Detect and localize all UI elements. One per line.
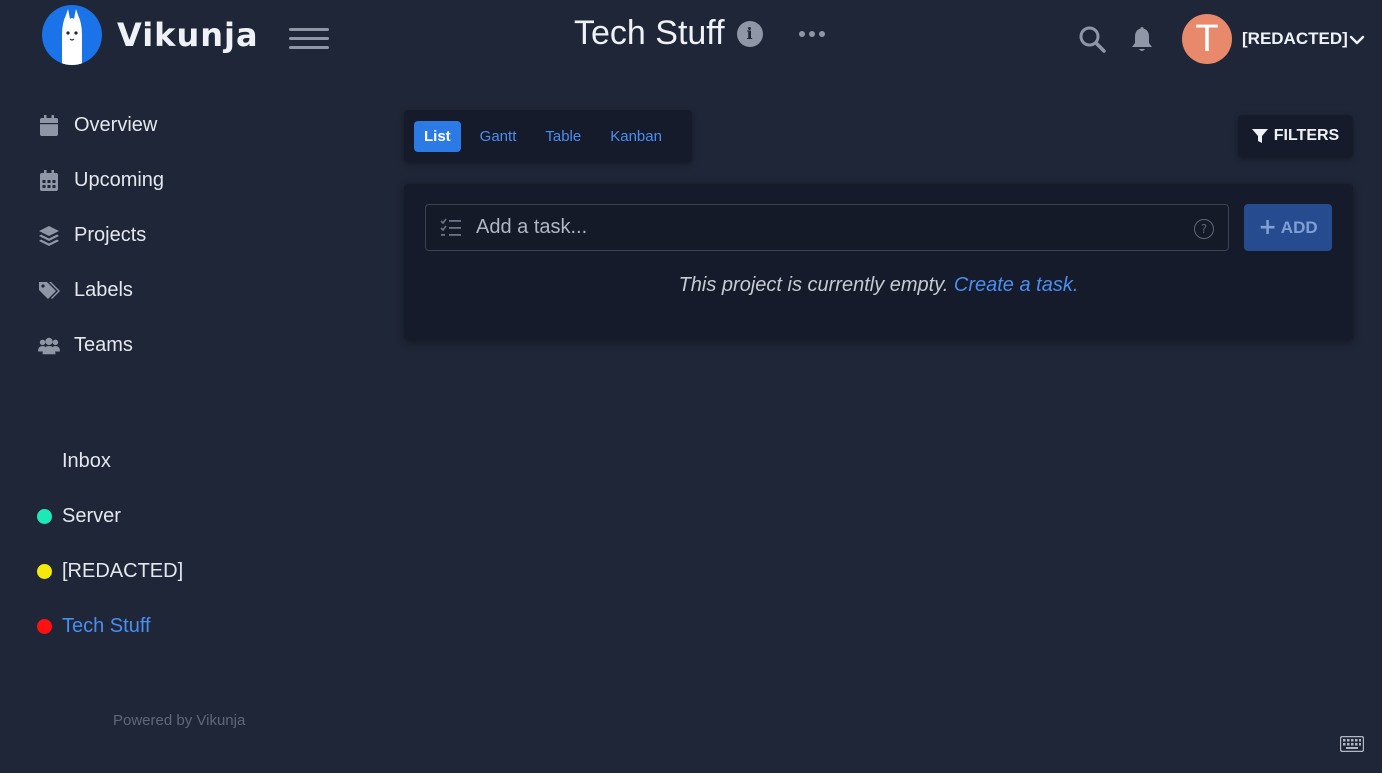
sidebar-project-label: Server (62, 505, 121, 527)
logo[interactable]: Vikunja (42, 5, 259, 65)
sidebar-project-label: Tech Stuff (62, 615, 151, 637)
view-switcher: List Gantt Table Kanban (404, 110, 692, 162)
tab-kanban[interactable]: Kanban (600, 121, 672, 152)
user-name[interactable]: [REDACTED] (1242, 29, 1348, 49)
users-icon (38, 335, 60, 357)
empty-message: This project is currently empty. (678, 274, 949, 296)
llama-logo-icon (42, 5, 102, 65)
tab-gantt[interactable]: Gantt (470, 121, 527, 152)
tab-table[interactable]: Table (535, 121, 591, 152)
sidebar-item-teams[interactable]: Teams (38, 334, 133, 357)
tags-icon (38, 280, 60, 302)
sidebar-project-label: Inbox (62, 450, 111, 472)
create-task-link[interactable]: Create a task. (954, 274, 1079, 296)
project-color-dot (37, 454, 52, 469)
chevron-down-icon[interactable] (1349, 32, 1365, 48)
sidebar-project-inbox[interactable]: Inbox (37, 450, 111, 473)
sidebar-item-label: Overview (74, 114, 158, 136)
add-task-input[interactable] (476, 216, 1176, 239)
plus-icon: + (1258, 215, 1277, 240)
info-icon[interactable]: i (736, 20, 763, 47)
task-list-icon (440, 218, 461, 236)
help-icon[interactable]: ? (1194, 219, 1214, 239)
add-label: ADD (1280, 217, 1318, 237)
add-task-button[interactable]: + ADD (1244, 204, 1332, 251)
tab-list[interactable]: List (414, 120, 461, 152)
more-options-icon[interactable] (798, 30, 825, 37)
project-color-dot (37, 509, 52, 524)
sidebar-item-overview[interactable]: Overview (38, 114, 157, 137)
calendar-icon (38, 114, 60, 137)
sidebar-item-label: Upcoming (74, 169, 165, 191)
empty-state: This project is currently empty. Create … (404, 274, 1353, 297)
bell-icon[interactable] (1129, 25, 1155, 53)
powered-by-link[interactable]: Powered by Vikunja (113, 712, 245, 729)
sidebar-item-label: Projects (74, 224, 147, 246)
filters-button[interactable]: FILTERS (1238, 115, 1353, 157)
keyboard-icon[interactable] (1340, 736, 1364, 752)
menu-toggle-icon[interactable] (289, 28, 329, 49)
app: Vikunja Tech Stuff i T [REDACTED] Overvi (0, 0, 1382, 773)
avatar[interactable]: T (1182, 14, 1232, 64)
page-title: Tech Stuff (574, 14, 725, 52)
sidebar-item-projects[interactable]: Projects (38, 224, 146, 247)
sidebar-project-server[interactable]: Server (37, 505, 121, 528)
sidebar-item-upcoming[interactable]: Upcoming (38, 169, 164, 192)
sidebar-project-tech-stuff[interactable]: Tech Stuff (37, 615, 151, 638)
filter-icon (1251, 129, 1268, 143)
page-header: Tech Stuff i (574, 14, 825, 53)
task-input-wrapper: ? (425, 204, 1229, 251)
sidebar-project-redacted[interactable]: [REDACTED] (37, 560, 183, 583)
task-list-card: ? + ADD This project is currently empty.… (404, 184, 1353, 340)
sidebar-item-label: Labels (74, 279, 133, 301)
filters-label: FILTERS (1273, 127, 1340, 144)
calendar-grid-icon (38, 169, 60, 192)
sidebar-item-label: Teams (74, 334, 133, 356)
sidebar-item-labels[interactable]: Labels (38, 279, 133, 302)
app-name: Vikunja (117, 16, 259, 54)
project-color-dot (37, 564, 52, 579)
search-icon[interactable] (1078, 25, 1106, 53)
layers-icon (38, 225, 60, 247)
sidebar-project-label: [REDACTED] (62, 560, 184, 582)
project-color-dot (37, 619, 52, 634)
